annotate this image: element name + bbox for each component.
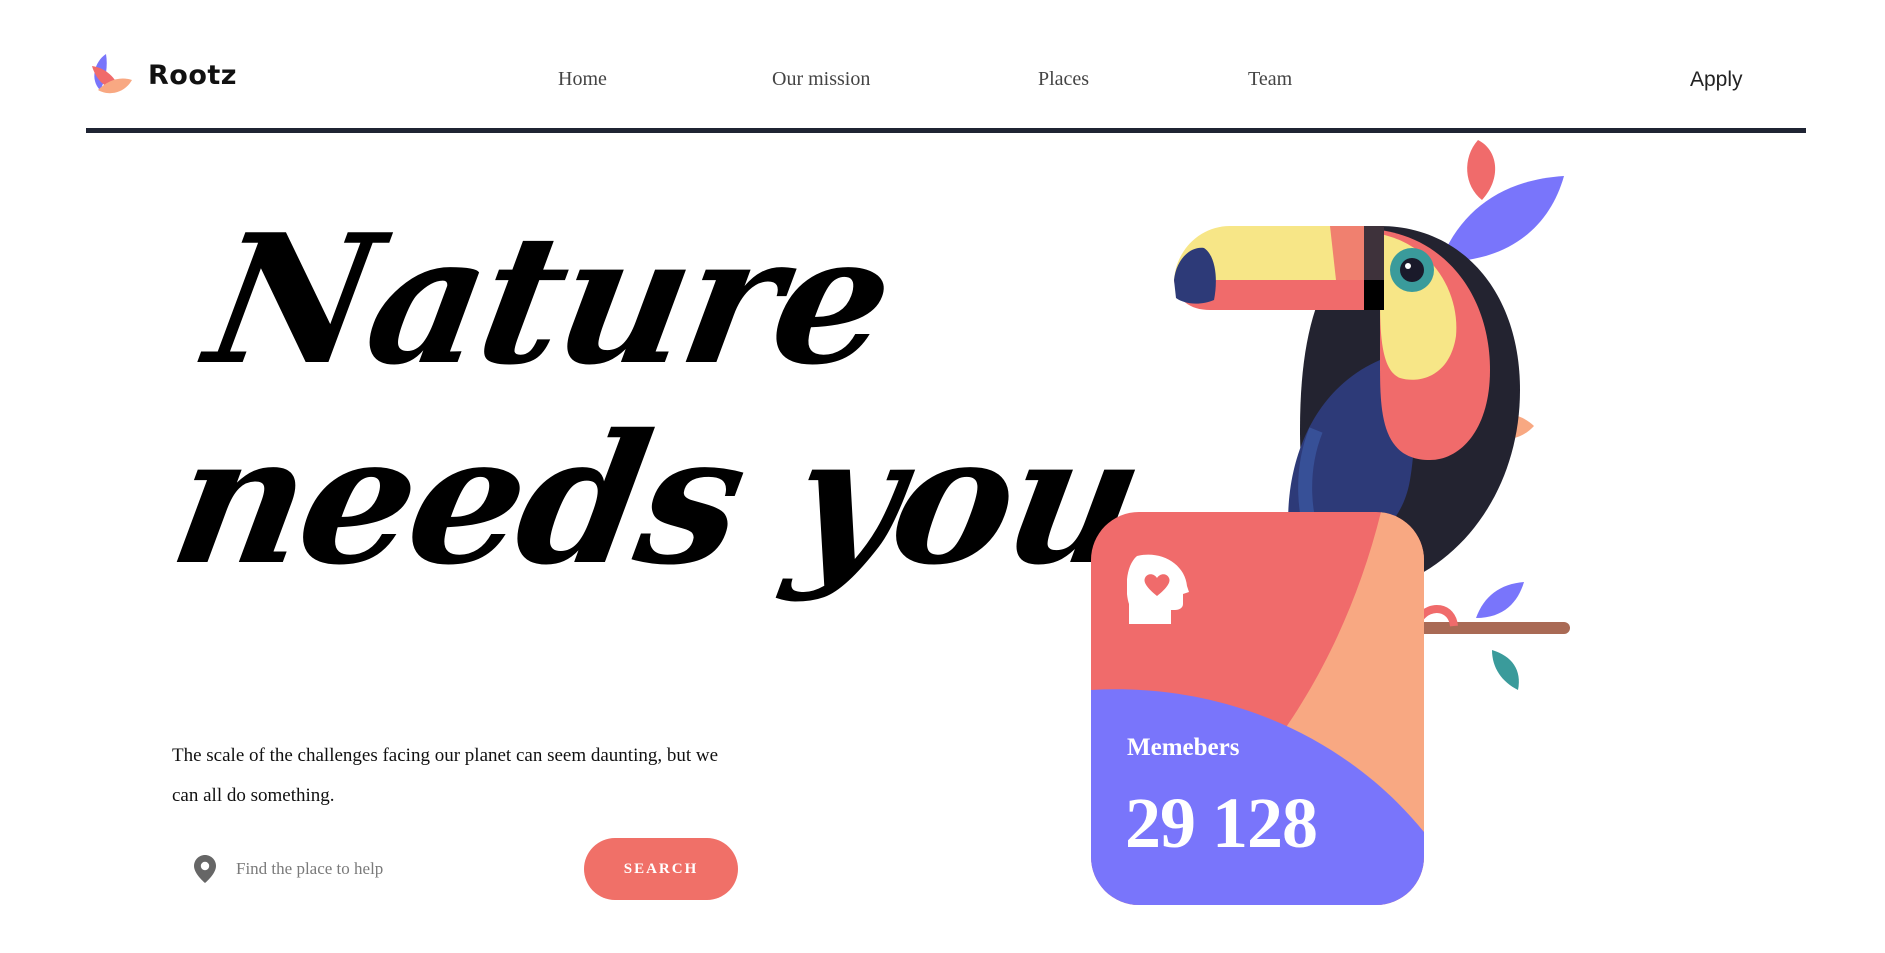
apply-link[interactable]: Apply <box>1690 68 1743 92</box>
hero-title-line-2: needs you <box>159 395 1155 604</box>
toucan-beak-tip <box>1174 247 1216 304</box>
nav-our-mission[interactable]: Our mission <box>772 68 870 91</box>
hero-title-line-1: Nature <box>194 195 905 404</box>
top-navigation: Rootz Home Our mission Places Team Apply <box>86 50 1806 100</box>
search-button[interactable]: SEARCH <box>584 838 738 900</box>
main-nav: Home Our mission Places Team Apply <box>86 68 1806 98</box>
nav-places[interactable]: Places <box>1038 68 1089 91</box>
heart-head-icon <box>1126 552 1189 624</box>
nav-team[interactable]: Team <box>1248 68 1292 91</box>
search-input[interactable] <box>236 859 566 879</box>
members-label: Memebers <box>1127 734 1240 761</box>
leaf-periwinkle-large <box>1440 176 1564 262</box>
hero-title: Nature needs you <box>159 195 1155 604</box>
hero-description: The scale of the challenges facing our p… <box>172 745 719 806</box>
search-bar: SEARCH <box>172 838 742 900</box>
leaf-coral-top <box>1467 140 1496 200</box>
toucan-eye <box>1400 258 1424 282</box>
leaf-periwinkle-small <box>1476 582 1524 618</box>
members-card: Memebers 29 128 <box>1091 512 1424 905</box>
nav-home[interactable]: Home <box>558 68 607 91</box>
leaf-teal <box>1492 650 1519 690</box>
location-pin-icon <box>190 854 220 884</box>
members-count: 29 128 <box>1125 783 1318 863</box>
